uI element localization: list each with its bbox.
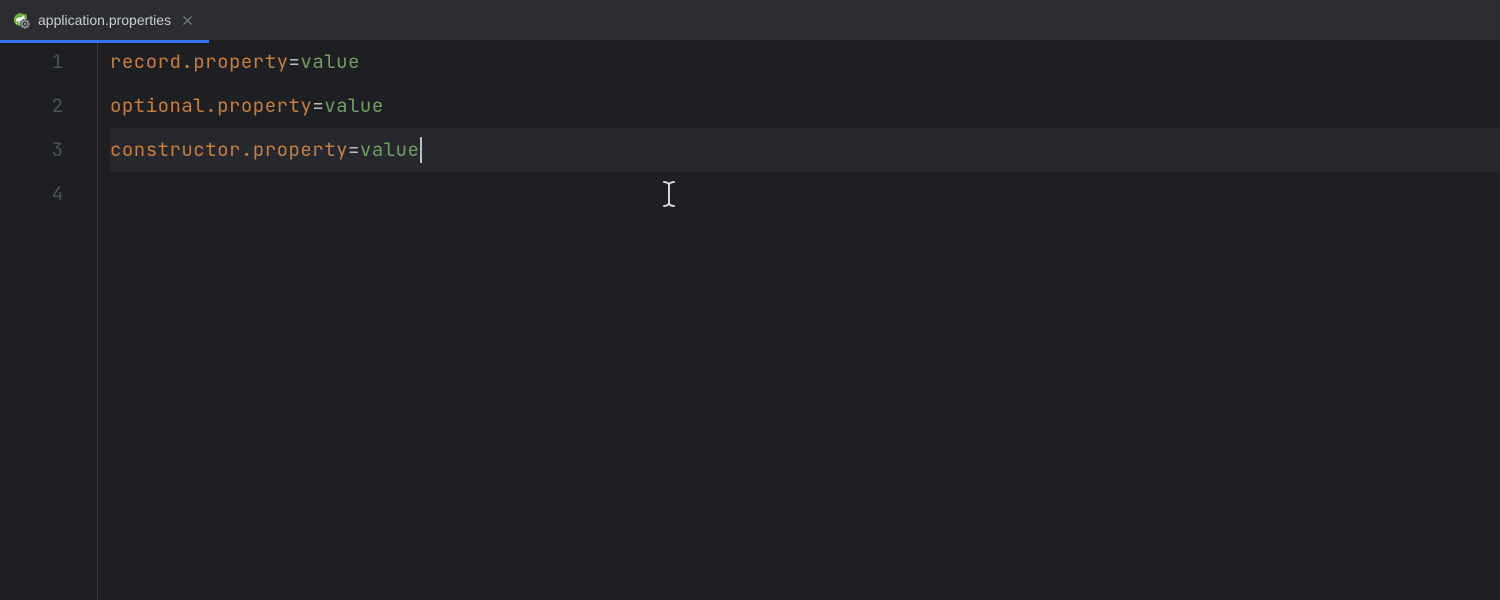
line-number: 2: [0, 84, 63, 128]
ibeam-cursor-icon: [565, 136, 583, 164]
editor-tab-application-properties[interactable]: application.properties: [0, 0, 209, 40]
property-separator: =: [312, 84, 324, 128]
line-number-gutter: 1 2 3 4: [0, 40, 98, 600]
line-number: 4: [0, 172, 63, 216]
tab-bar: application.properties: [0, 0, 1500, 40]
code-line[interactable]: [110, 172, 1500, 216]
property-key: record.property: [110, 40, 289, 84]
line-number: 1: [0, 40, 63, 84]
tab-close-button[interactable]: [179, 12, 195, 28]
text-caret: [420, 137, 422, 163]
code-line[interactable]: constructor.property=value: [110, 128, 1500, 172]
code-area[interactable]: record.property=value optional.property=…: [98, 40, 1500, 600]
code-editor[interactable]: 1 2 3 4 record.property=value optional.p…: [0, 40, 1500, 600]
tab-filename: application.properties: [38, 12, 171, 28]
property-key: optional.property: [110, 84, 312, 128]
code-line[interactable]: optional.property=value: [110, 84, 1500, 128]
property-value: value: [360, 128, 420, 172]
property-key: constructor.property: [110, 128, 348, 172]
property-value: value: [300, 40, 360, 84]
spring-config-icon: [12, 11, 30, 29]
code-line[interactable]: record.property=value: [110, 40, 1500, 84]
line-number: 3: [0, 128, 63, 172]
close-icon: [182, 15, 193, 26]
property-separator: =: [289, 40, 301, 84]
property-separator: =: [348, 128, 360, 172]
property-value: value: [324, 84, 384, 128]
